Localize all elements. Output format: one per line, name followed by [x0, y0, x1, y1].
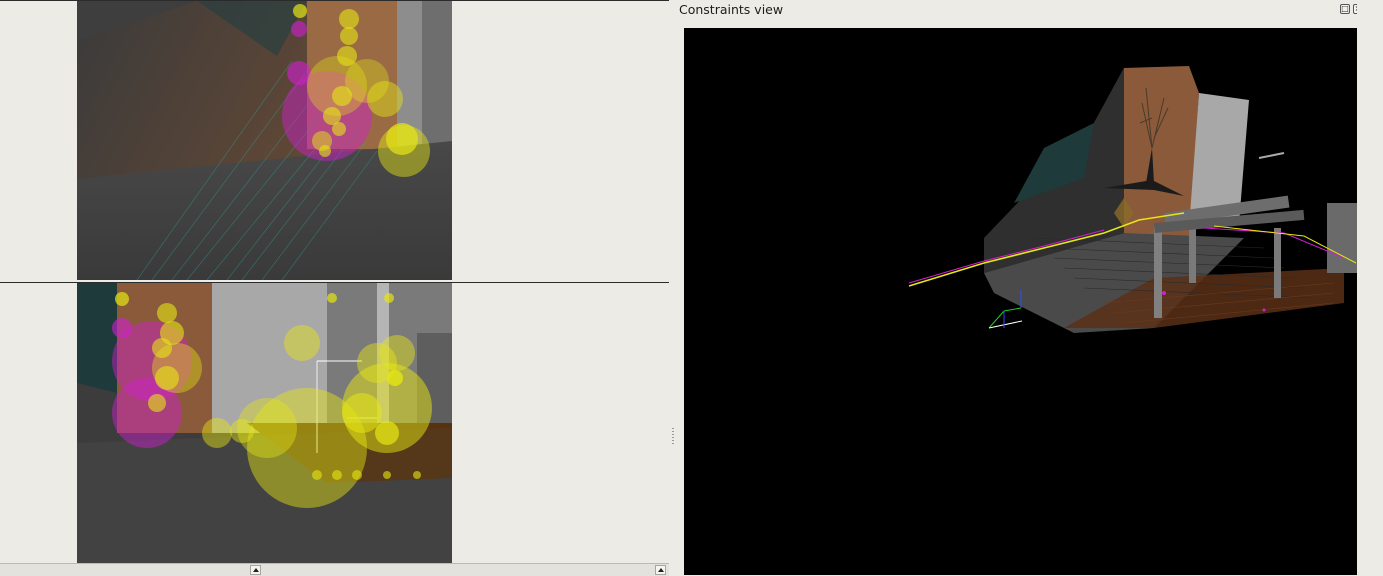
constraints-dock: Constraints view □ × — [674, 0, 1383, 575]
horizontal-scrollbar[interactable] — [0, 563, 669, 576]
bottom-camera-view[interactable] — [77, 283, 452, 563]
float-icon[interactable]: □ — [1340, 4, 1350, 14]
top-camera-view[interactable] — [77, 1, 452, 280]
constraints-3d-view[interactable] — [684, 28, 1357, 575]
arrow-up-icon[interactable] — [250, 565, 261, 575]
camera-views-panel — [0, 0, 669, 576]
right-edge-panel — [1357, 0, 1383, 575]
dock-title: Constraints view — [679, 2, 784, 17]
arrow-up-icon[interactable] — [655, 565, 666, 575]
